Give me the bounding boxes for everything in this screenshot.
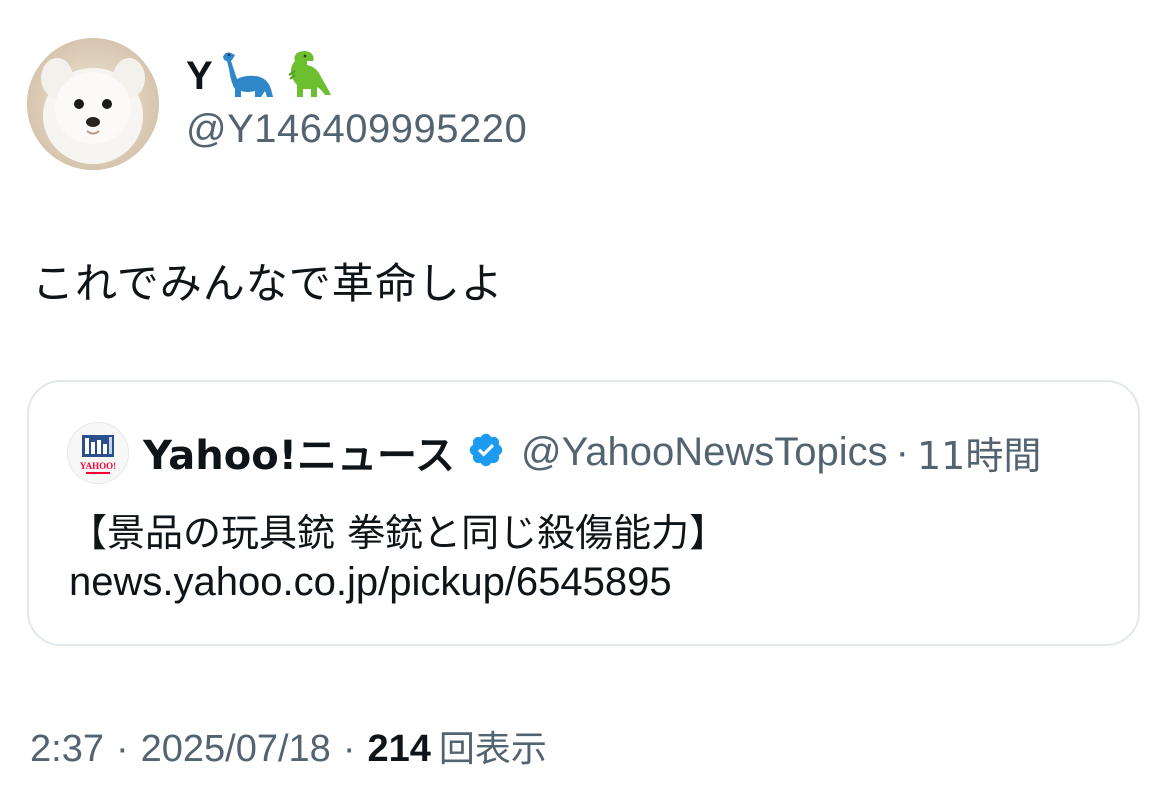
author-avatar[interactable] — [27, 38, 159, 170]
quoted-author-handle[interactable]: @YahooNewsTopics — [521, 430, 888, 475]
tweet-time[interactable]: 2:37 — [30, 728, 104, 771]
quoted-tweet-link[interactable]: news.yahoo.co.jp/pickup/6545895 — [69, 560, 672, 605]
verified-badge-icon — [467, 431, 505, 473]
author-handle[interactable]: @Y146409995220 — [186, 107, 527, 152]
sauropod-icon — [219, 49, 275, 103]
quoted-tweet-header: Yahoo!ニュース @YahooNewsTopics · 11時間 — [143, 424, 1041, 480]
author-display-name[interactable]: Y — [186, 54, 213, 99]
quoted-author-name[interactable]: Yahoo!ニュース — [143, 423, 455, 481]
t-rex-icon — [277, 49, 333, 103]
quoted-tweet-card[interactable]: YAHOO! Yahoo!ニュース @YahooNewsTopics · 11時… — [27, 380, 1140, 646]
tweet-text: これでみんなで革命しよ — [32, 259, 504, 308]
quoted-tweet-title: 【景品の玩具銃 拳銃と同じ殺傷能力】 — [69, 511, 728, 555]
tweet-date[interactable]: 2025/07/18 — [141, 728, 331, 771]
yahoo-news-logo[interactable]: YAHOO! — [67, 422, 129, 484]
meta-separator: · — [115, 728, 129, 770]
yahoo-logo-text: YAHOO! — [80, 461, 116, 471]
views-label: 回表示 — [438, 729, 547, 770]
quoted-header-separator: · — [895, 429, 909, 474]
quoted-tweet-time[interactable]: 11時間 — [917, 425, 1041, 480]
tweet-meta-row: 2:37 · 2025/07/18 · 214 回表示 — [30, 720, 547, 772]
views-count[interactable]: 214 — [367, 728, 430, 771]
meta-separator: · — [342, 728, 356, 770]
author-name-row[interactable]: Y — [186, 48, 333, 104]
